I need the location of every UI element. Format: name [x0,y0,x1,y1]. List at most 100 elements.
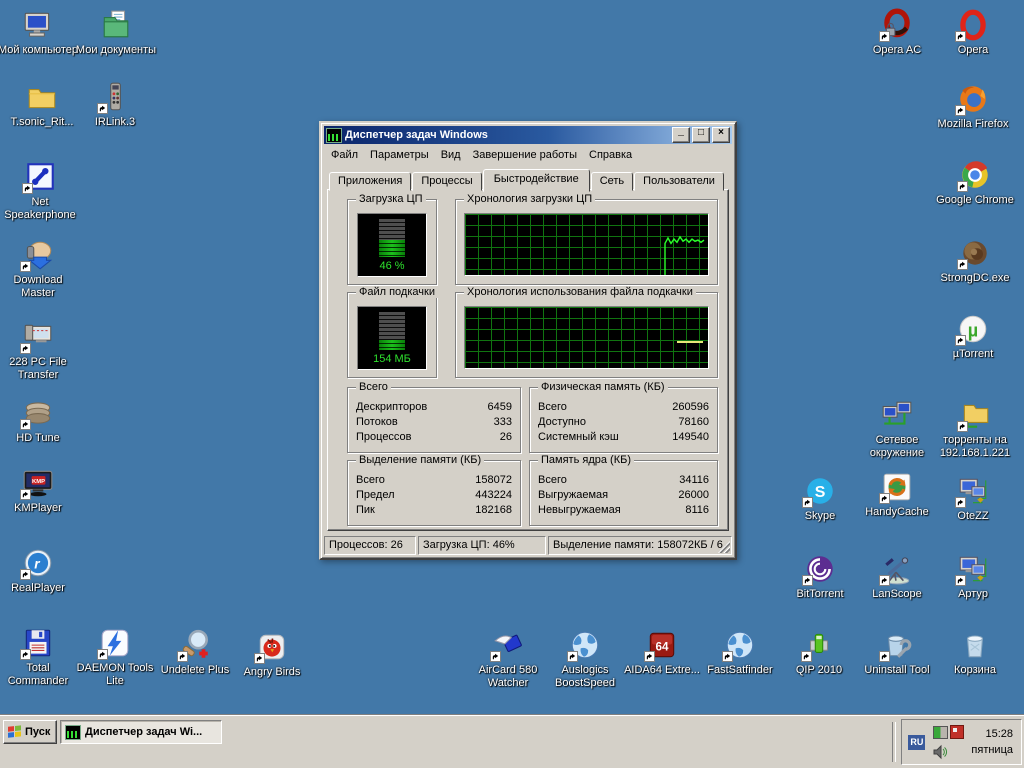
performance-tab-page: Загрузка ЦП 46 % Хронология загрузки ЦП … [327,189,729,531]
desktop-icon-Mozilla Firefox[interactable]: Mozilla Firefox [931,82,1015,131]
desktop-icon-Сетевое окружение[interactable]: Сетевое окружение [855,398,939,460]
desktop-icon-Download Master[interactable]: Download Master [0,238,80,300]
menu-item-Завершение работы[interactable]: Завершение работы [467,147,583,163]
desktop-icon-Total Commander[interactable]: Total Commander [0,626,80,688]
shortcut-arrow-icon [957,181,968,192]
group-rows: Дескрипторов6459Потоков333Процессов26 [356,400,512,445]
desktop-icon-T.sonic_Rit...[interactable]: T.sonic_Rit... [0,80,84,129]
desktop-icon-FastSatfinder[interactable]: FastSatfinder [698,628,782,677]
desktop-icon-Opera[interactable]: Opera [931,8,1015,57]
desktop-icon-AirCard 580 Watcher[interactable]: AirCard 580 Watcher [466,628,550,690]
status-commit: Выделение памяти: 158072КБ / 6 [548,536,732,555]
group-title: Всего [356,381,391,393]
desktop-icon-label: Undelete Plus [161,664,230,677]
desktop-icon-Undelete Plus[interactable]: Undelete Plus [153,628,237,677]
remote-icon [97,80,133,114]
minimize-button[interactable]: _ [672,127,690,143]
desktop-icon-Google Chrome[interactable]: Google Chrome [933,158,1017,207]
undelete-icon [177,628,213,662]
desktop-icon-LanScope[interactable]: LanScope [855,552,939,601]
group-rows: Всего34116Выгружаемая26000Невыгружаемая8… [538,473,709,518]
desktop-icon-KMPlayer[interactable]: KMPKMPlayer [0,466,80,515]
shortcut-arrow-icon [802,575,813,586]
title-bar[interactable]: Диспетчер задач Windows _ □ × [324,126,732,144]
cpu-led-on [379,240,405,257]
desktop-icon-Angry Birds[interactable]: Angry Birds [230,630,314,679]
desktop-icon-label: Net Speakerphone [0,196,82,222]
menu-item-Справка[interactable]: Справка [583,147,638,163]
shortcut-arrow-icon [957,421,968,432]
pagefile-usage-gauge: 154 МБ [357,306,427,370]
stat-row: Всего158072 [356,473,512,488]
menu-item-Параметры[interactable]: Параметры [364,147,435,163]
system-tray: RU 15:28 пятница [901,719,1022,765]
desktop-icon-Uninstall Tool[interactable]: Uninstall Tool [855,628,939,677]
desktop-icon-IRLink.3[interactable]: IRLink.3 [73,80,157,129]
desktop-icon-Артур[interactable]: Артур [931,552,1015,601]
folder-network-icon [957,398,993,432]
display-tray-icon[interactable] [933,726,948,739]
maximize-button[interactable]: □ [692,127,710,143]
tab-Процессы[interactable]: Процессы [412,172,481,191]
desktop-icon-Корзина[interactable]: Корзина [933,628,1017,677]
shortcut-arrow-icon [879,493,890,504]
desktop-icon-Net Speakerphone[interactable]: Net Speakerphone [0,160,82,222]
cpu-trace-line [662,214,708,275]
desktop-icon-OteZZ[interactable]: OteZZ [931,474,1015,523]
strongdc-icon [957,236,993,270]
language-indicator[interactable]: RU [908,735,925,750]
stat-label: Пик [356,503,375,518]
desktop-icon-228 PC File Transfer[interactable]: 228 PC File Transfer [0,320,80,382]
desktop: { "window": { "title": "Диспетчер задач … [0,0,1024,768]
desktop-icon-AIDA64 Extre...[interactable]: 64AIDA64 Extre... [620,628,704,677]
status-processes: Процессов: 26 [324,536,416,555]
desktop-icon-HandyCache[interactable]: HandyCache [855,470,939,519]
desktop-icon-BitTorrent[interactable]: BitTorrent [778,552,862,601]
stat-label: Всего [356,473,385,488]
shortcut-arrow-icon [644,651,655,662]
tab-Быстродействие[interactable]: Быстродействие [483,169,590,192]
desktop-icon-DAEMON Tools Lite[interactable]: DAEMON Tools Lite [73,626,157,688]
tab-Пользователи[interactable]: Пользователи [634,172,724,191]
stat-label: Дескрипторов [356,400,427,415]
cpu-history-group: Хронология загрузки ЦП [455,199,718,285]
desktop-icon-Мои документы[interactable]: Мои документы [74,8,158,57]
desktop-icon-Skype[interactable]: SSkype [778,474,862,523]
desktop-icon-label: BitTorrent [796,588,843,601]
folder-icon [24,80,60,114]
shortcut-arrow-icon [97,649,108,660]
stat-row: Процессов26 [356,430,512,445]
svg-text:r: r [34,555,40,571]
menu-item-Вид[interactable]: Вид [435,147,467,163]
tab-Сеть[interactable]: Сеть [591,172,633,191]
desktop-icon-HD Tune[interactable]: HD Tune [0,396,80,445]
download-master-icon [20,238,56,272]
desktop-icon-RealPlayer[interactable]: rRealPlayer [0,546,80,595]
volume-icon[interactable] [932,744,948,760]
shortcut-arrow-icon [955,497,966,508]
utorrent-icon: µ [955,312,991,346]
desktop-icon-торренты на 192.168.1.221[interactable]: торренты на 192.168.1.221 [933,398,1017,460]
desktop-icon-Opera AC[interactable]: Opera AC [855,8,939,57]
desktop-icon-StrongDC.exe[interactable]: StrongDC.exe [933,236,1017,285]
desktop-icon-Мой компьютер[interactable]: Мой компьютер [0,8,80,57]
netpc-icon [955,552,991,586]
desktop-icon-Auslogics BoostSpeed[interactable]: Auslogics BoostSpeed [543,628,627,690]
close-button[interactable]: × [712,127,730,143]
shortcut-arrow-icon [20,649,31,660]
desktop-icon-µTorrent[interactable]: µµTorrent [931,312,1015,361]
app-tray-icon[interactable] [950,725,964,739]
shortcut-arrow-icon [955,575,966,586]
desktop-icon-label: QIP 2010 [796,664,842,677]
desktop-icon-QIP 2010[interactable]: QIP 2010 [777,628,861,677]
taskbar: Пуск Диспетчер задач Wi... RU 15:28 пятн… [0,715,1024,768]
shortcut-arrow-icon [957,259,968,270]
start-button[interactable]: Пуск [3,720,57,744]
tab-Приложения[interactable]: Приложения [329,172,411,191]
pagefile-usage-group: Файл подкачки 154 МБ [347,292,437,378]
resize-grip[interactable] [718,541,730,553]
uninstall-icon [879,628,915,662]
taskbar-task-button[interactable]: Диспетчер задач Wi... [60,720,222,744]
group-title: Память ядра (КБ) [538,454,634,466]
menu-item-Файл[interactable]: Файл [325,147,364,163]
